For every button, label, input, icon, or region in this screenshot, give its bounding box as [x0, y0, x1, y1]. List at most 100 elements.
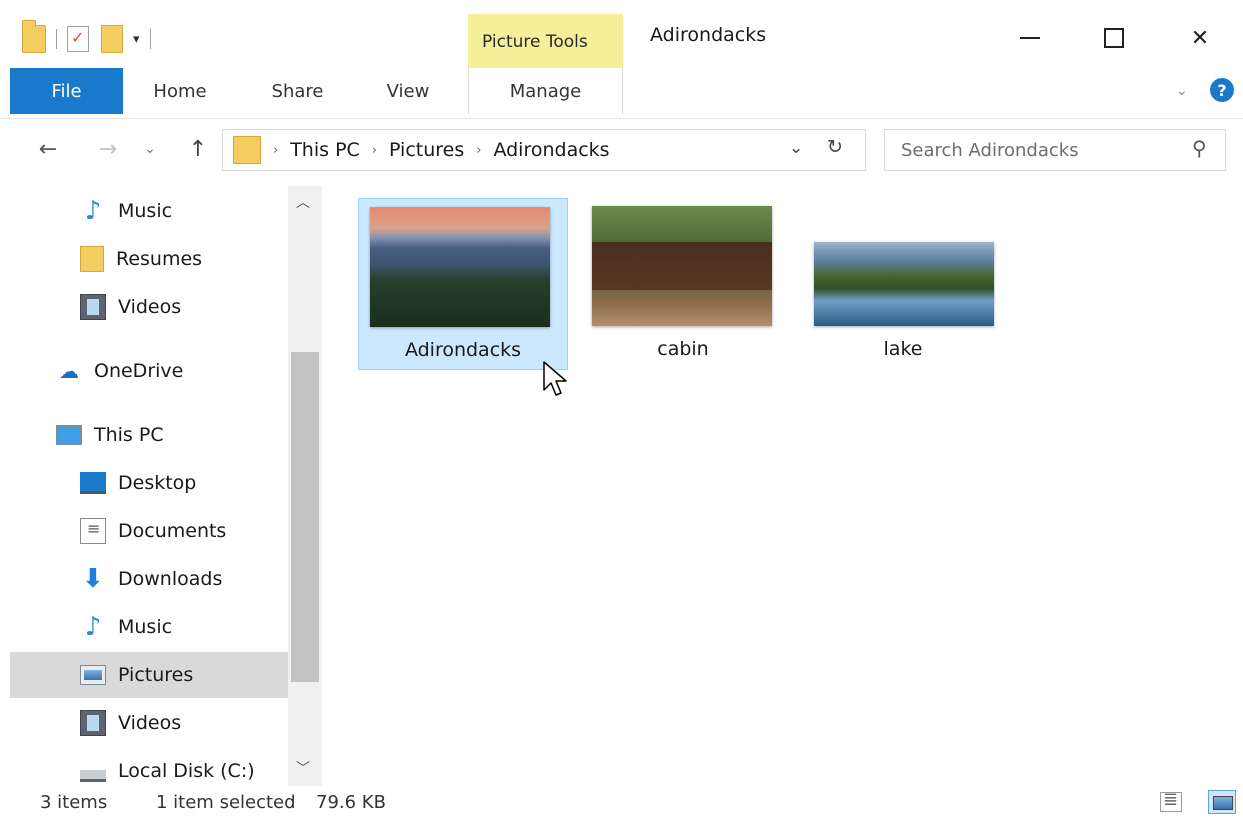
desktop-icon	[80, 472, 106, 494]
breadcrumb-this-pc[interactable]: This PC	[290, 139, 360, 161]
nav-item-this-pc[interactable]: This PC	[10, 412, 288, 458]
large-icons-view-icon[interactable]	[1208, 790, 1236, 814]
file-tile-cabin[interactable]: cabin	[588, 198, 778, 370]
tab-manage[interactable]: Manage	[468, 68, 623, 114]
tab-home[interactable]: Home	[135, 68, 225, 114]
file-name: Adirondacks	[404, 339, 522, 361]
nav-item-label: OneDrive	[94, 360, 184, 382]
picture-tools-context-header: Picture Tools	[468, 14, 623, 70]
tab-file[interactable]: File	[10, 68, 123, 114]
expand-ribbon-chevron-icon[interactable]: ⌄	[1176, 83, 1188, 99]
tab-share[interactable]: Share	[255, 68, 340, 114]
address-history-chevron-icon[interactable]: ⌄	[789, 138, 803, 158]
search-box[interactable]: ⚲	[884, 129, 1226, 171]
scroll-down-chevron-icon[interactable]: ﹀	[296, 758, 310, 778]
properties-icon[interactable]	[67, 26, 89, 52]
videos-icon	[80, 294, 106, 320]
onedrive-icon: ☁	[59, 359, 79, 383]
file-list-view: Adirondacks cabin lake	[322, 186, 1243, 786]
toolbar-divider	[149, 29, 151, 49]
breadcrumb-adirondacks[interactable]: Adirondacks	[493, 139, 609, 161]
music-icon: ♪	[84, 196, 102, 226]
navigation-pane: ♪ Music Resumes Videos ☁ OneDrive This P…	[10, 186, 288, 786]
file-name: lake	[883, 338, 923, 360]
forward-arrow-icon[interactable]: →	[94, 131, 122, 167]
nav-item-label: Downloads	[118, 568, 223, 590]
nav-item-videos[interactable]: Videos	[10, 700, 288, 746]
nav-item-local-disk[interactable]: Local Disk (C:)	[10, 748, 288, 786]
nav-item-label: Local Disk (C:)	[118, 760, 255, 782]
search-input[interactable]	[901, 139, 1171, 161]
nav-item-resumes[interactable]: Resumes	[10, 236, 288, 282]
minimize-button[interactable]	[1000, 14, 1060, 62]
address-bar[interactable]: › This PC › Pictures › Adirondacks ⌄ ↻	[222, 129, 866, 171]
maximize-button[interactable]	[1084, 14, 1144, 62]
nav-item-label: Documents	[118, 520, 227, 542]
mouse-pointer-icon	[543, 361, 567, 396]
item-count: 3 items	[40, 792, 108, 813]
maximize-icon	[1104, 28, 1124, 48]
help-icon[interactable]: ?	[1210, 78, 1234, 102]
local-disk-icon	[80, 770, 106, 782]
nav-pane-scrollbar[interactable]: ︿ ﹀	[288, 186, 322, 786]
navigation-bar: ← → ⌄ ↑ › This PC › Pictures › Adirondac…	[0, 118, 1243, 182]
file-tile-adirondacks[interactable]: Adirondacks	[358, 198, 568, 370]
breadcrumb-separator-icon[interactable]: ›	[476, 143, 481, 158]
image-thumbnail	[592, 206, 772, 326]
nav-item-label: Videos	[118, 296, 182, 318]
downloads-icon: ⬇	[82, 564, 104, 594]
file-tile-lake[interactable]: lake	[808, 198, 998, 370]
folder-icon	[80, 246, 104, 272]
close-icon: ✕	[1190, 25, 1210, 51]
close-button[interactable]: ✕	[1170, 14, 1230, 62]
ribbon-tabs: File Home Share View Manage	[0, 68, 1243, 116]
context-tab-label: Picture Tools	[482, 32, 588, 52]
nav-item-downloads[interactable]: ⬇ Downloads	[10, 556, 288, 602]
nav-item-pictures[interactable]: Pictures	[10, 652, 288, 698]
new-folder-icon[interactable]	[101, 25, 123, 53]
title-bar: ▾ Picture Tools Adirondacks ✕	[0, 0, 1243, 70]
customize-toolbar-chevron-icon[interactable]: ▾	[133, 32, 140, 47]
image-thumbnail	[814, 242, 994, 326]
refresh-icon[interactable]: ↻	[827, 136, 843, 158]
selection-count: 1 item selected	[156, 792, 296, 813]
status-bar: 3 items 1 item selected 79.6 KB	[0, 786, 1243, 819]
breadcrumb-pictures[interactable]: Pictures	[389, 139, 464, 161]
toolbar-divider	[56, 29, 57, 49]
nav-item-label: Resumes	[116, 248, 203, 270]
image-thumbnail	[370, 207, 550, 327]
back-arrow-icon[interactable]: ←	[30, 131, 66, 167]
recent-locations-chevron-icon[interactable]: ⌄	[138, 131, 162, 167]
this-pc-icon	[56, 425, 82, 445]
file-name: cabin	[657, 338, 709, 360]
nav-item-label: Music	[118, 616, 173, 638]
videos-icon	[80, 710, 106, 736]
folder-icon	[22, 20, 46, 53]
nav-item-label: Videos	[118, 712, 182, 734]
nav-item-videos[interactable]: Videos	[10, 284, 288, 330]
nav-item-label: Desktop	[118, 472, 197, 494]
quick-access-toolbar: ▾	[22, 20, 161, 56]
nav-item-music[interactable]: ♪ Music	[10, 188, 288, 234]
window-title: Adirondacks	[650, 24, 767, 46]
pictures-icon	[80, 665, 106, 685]
search-icon[interactable]: ⚲	[1192, 136, 1207, 160]
documents-icon	[80, 518, 106, 544]
nav-item-documents[interactable]: Documents	[10, 508, 288, 554]
breadcrumb-separator-icon[interactable]: ›	[372, 143, 377, 158]
nav-item-label: This PC	[94, 424, 164, 446]
up-arrow-icon[interactable]: ↑	[180, 131, 216, 167]
scroll-up-chevron-icon[interactable]: ︿	[296, 192, 310, 212]
music-icon: ♪	[84, 612, 102, 642]
tab-view[interactable]: View	[368, 68, 448, 114]
nav-item-onedrive[interactable]: ☁ OneDrive	[10, 348, 288, 394]
breadcrumb-separator-icon[interactable]: ›	[273, 143, 278, 158]
details-view-icon[interactable]	[1160, 789, 1182, 812]
minimize-icon	[1020, 37, 1040, 39]
nav-item-desktop[interactable]: Desktop	[10, 460, 288, 506]
nav-item-label: Pictures	[118, 664, 194, 686]
nav-item-label: Music	[118, 200, 173, 222]
selection-size: 79.6 KB	[316, 792, 386, 813]
scrollbar-thumb[interactable]	[291, 352, 319, 682]
nav-item-music[interactable]: ♪ Music	[10, 604, 288, 650]
